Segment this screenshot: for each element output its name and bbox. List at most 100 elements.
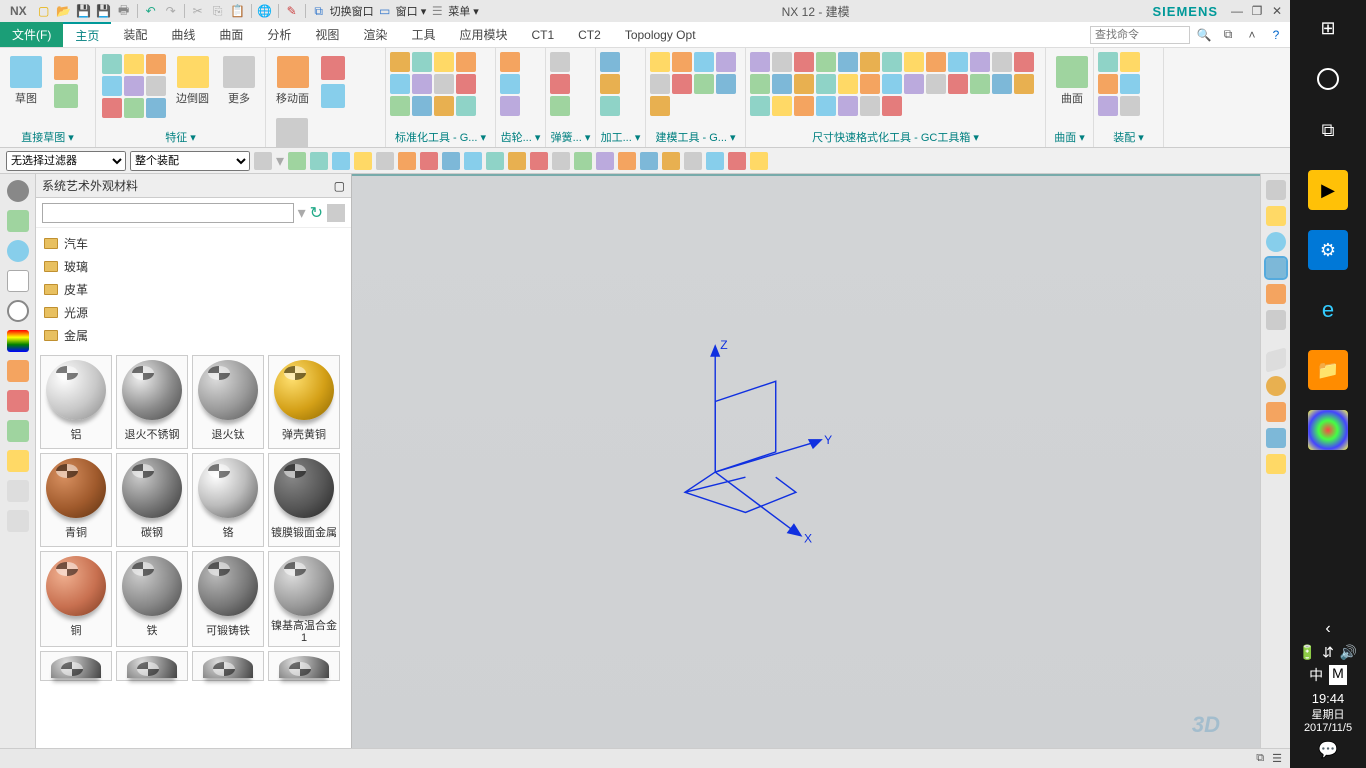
ribbon-icon[interactable] [434, 74, 454, 94]
books-icon[interactable] [7, 210, 29, 232]
sel-icon[interactable] [750, 152, 768, 170]
taskview-icon[interactable]: ⧉ [1308, 110, 1348, 150]
sel-icon[interactable] [574, 152, 592, 170]
clock-time[interactable]: 19:44 [1290, 691, 1366, 706]
ribbon-icon[interactable] [1098, 52, 1118, 72]
more-icon[interactable] [223, 56, 255, 88]
sheet-icon[interactable] [1266, 284, 1286, 304]
ribbon-icon[interactable] [750, 52, 770, 72]
material-item[interactable] [192, 651, 264, 681]
ribbon-icon[interactable] [860, 52, 880, 72]
ribbon-icon[interactable] [390, 74, 410, 94]
tab-曲面[interactable]: 曲面 [207, 22, 255, 47]
feature-icon[interactable] [146, 76, 166, 96]
tab-CT2[interactable]: CT2 [566, 22, 613, 47]
ribbon-icon[interactable] [650, 52, 670, 72]
qa-brush-icon[interactable]: ✎ [283, 2, 301, 20]
qa-save-icon[interactable]: 💾 [75, 2, 93, 20]
ribbon-icon[interactable] [412, 74, 432, 94]
ribbon-icon[interactable] [1014, 74, 1034, 94]
command-search-input[interactable] [1090, 26, 1190, 44]
surface-icon[interactable] [1056, 56, 1088, 88]
material-item[interactable]: 青铜 [40, 453, 112, 547]
ribbon-icon[interactable] [456, 74, 476, 94]
material-item[interactable]: 退火不锈钢 [116, 355, 188, 449]
app-player-icon[interactable]: ▶ [1308, 170, 1348, 210]
qa-cut-icon[interactable]: ✂ [189, 2, 207, 20]
material-item[interactable] [116, 651, 188, 681]
ribbon-icon[interactable] [456, 96, 476, 116]
sel-icon[interactable] [464, 152, 482, 170]
clock-icon[interactable] [7, 300, 29, 322]
ribbon-icon[interactable] [926, 52, 946, 72]
material-folder[interactable]: 金属 [44, 324, 343, 347]
tab-主页[interactable]: 主页 [63, 22, 111, 47]
ribbon-icon[interactable] [672, 74, 692, 94]
collapse-ribbon-icon[interactable]: ˄ [1242, 25, 1262, 45]
qa-winswitch-icon[interactable]: ⧉ [310, 2, 328, 20]
ribbon-icon[interactable] [772, 96, 792, 116]
switch-window-label[interactable]: 切换窗口 [330, 3, 374, 19]
ribbon-group-label[interactable]: 曲面 ▾ [1046, 127, 1093, 147]
windows-start-icon[interactable]: ⊞ [1308, 8, 1348, 48]
app-folder-icon[interactable]: 📁 [1308, 350, 1348, 390]
restore-down-icon[interactable]: ⧉ [1218, 25, 1238, 45]
maximize-button[interactable]: ❐ [1248, 4, 1266, 18]
info-icon[interactable] [7, 240, 29, 262]
ribbon-group-label[interactable]: 尺寸快速格式化工具 - GC工具箱 ▾ [746, 127, 1045, 147]
ribbon-icon[interactable] [992, 52, 1012, 72]
qa-copy-icon[interactable]: ⎘ [209, 2, 227, 20]
ribbon-icon[interactable] [412, 96, 432, 116]
status-icon[interactable]: ☰ [1272, 752, 1282, 765]
ribbon-icon[interactable] [500, 52, 520, 72]
tab-分析[interactable]: 分析 [255, 22, 303, 47]
3d-viewport[interactable]: Z Y X 3D [352, 174, 1260, 748]
ribbon-icon[interactable] [904, 74, 924, 94]
qa-print-icon[interactable]: 🖶 [115, 2, 133, 20]
feature-icon[interactable] [124, 76, 144, 96]
sel-icon[interactable] [486, 152, 504, 170]
tab-Topology Opt[interactable]: Topology Opt [613, 22, 708, 47]
qa-paste-icon[interactable]: 📋 [229, 2, 247, 20]
ribbon-icon[interactable] [412, 52, 432, 72]
selection-filter-dropdown[interactable]: 无选择过滤器 [6, 151, 126, 171]
gear-icon[interactable] [7, 180, 29, 202]
qa-new-icon[interactable]: ▢ [35, 2, 53, 20]
qa-open-icon[interactable]: 📂 [55, 2, 73, 20]
qa-globe-icon[interactable]: 🌐 [256, 2, 274, 20]
measure-icon[interactable] [1266, 454, 1286, 474]
assembly-scope-dropdown[interactable]: 整个装配 [130, 151, 250, 171]
sel-icon[interactable] [332, 152, 350, 170]
gradient-icon[interactable] [7, 330, 29, 352]
close-button[interactable]: ✕ [1268, 4, 1286, 18]
material-item[interactable]: 退火钛 [192, 355, 264, 449]
tab-CT1[interactable]: CT1 [519, 22, 566, 47]
grid-icon[interactable] [1266, 310, 1286, 330]
tray-battery-icon[interactable]: 🔋 [1299, 644, 1316, 661]
qa-saveall-icon[interactable]: 💾 [95, 2, 113, 20]
material-search-input[interactable] [42, 203, 294, 223]
ruler-icon[interactable] [1266, 428, 1286, 448]
app-edge-icon[interactable]: e [1308, 290, 1348, 330]
sel-icon[interactable] [706, 152, 724, 170]
qa-menu-icon[interactable]: ☰ [428, 2, 446, 20]
face-icon[interactable] [1266, 258, 1286, 278]
ribbon-icon[interactable] [904, 52, 924, 72]
sel-icon[interactable] [254, 152, 272, 170]
qa-undo-icon[interactable]: ↶ [142, 2, 160, 20]
sel-icon[interactable] [354, 152, 372, 170]
ribbon-icon[interactable] [390, 52, 410, 72]
notifications-icon[interactable]: 💬 [1290, 740, 1366, 760]
ribbon-icon[interactable] [550, 52, 570, 72]
ribbon-icon[interactable] [860, 74, 880, 94]
material-folder[interactable]: 玻璃 [44, 255, 343, 278]
material-item[interactable]: 铝 [40, 355, 112, 449]
ribbon-icon[interactable] [600, 74, 620, 94]
sel-icon[interactable] [398, 152, 416, 170]
ribbon-icon[interactable] [550, 96, 570, 116]
main-menu-label[interactable]: 菜单 ▾ [448, 3, 479, 19]
tray-expand-icon[interactable]: ‹ [1290, 620, 1366, 638]
app-settings-icon[interactable]: ⚙ [1308, 230, 1348, 270]
ribbon-icon[interactable] [600, 52, 620, 72]
ribbon-icon[interactable] [816, 74, 836, 94]
